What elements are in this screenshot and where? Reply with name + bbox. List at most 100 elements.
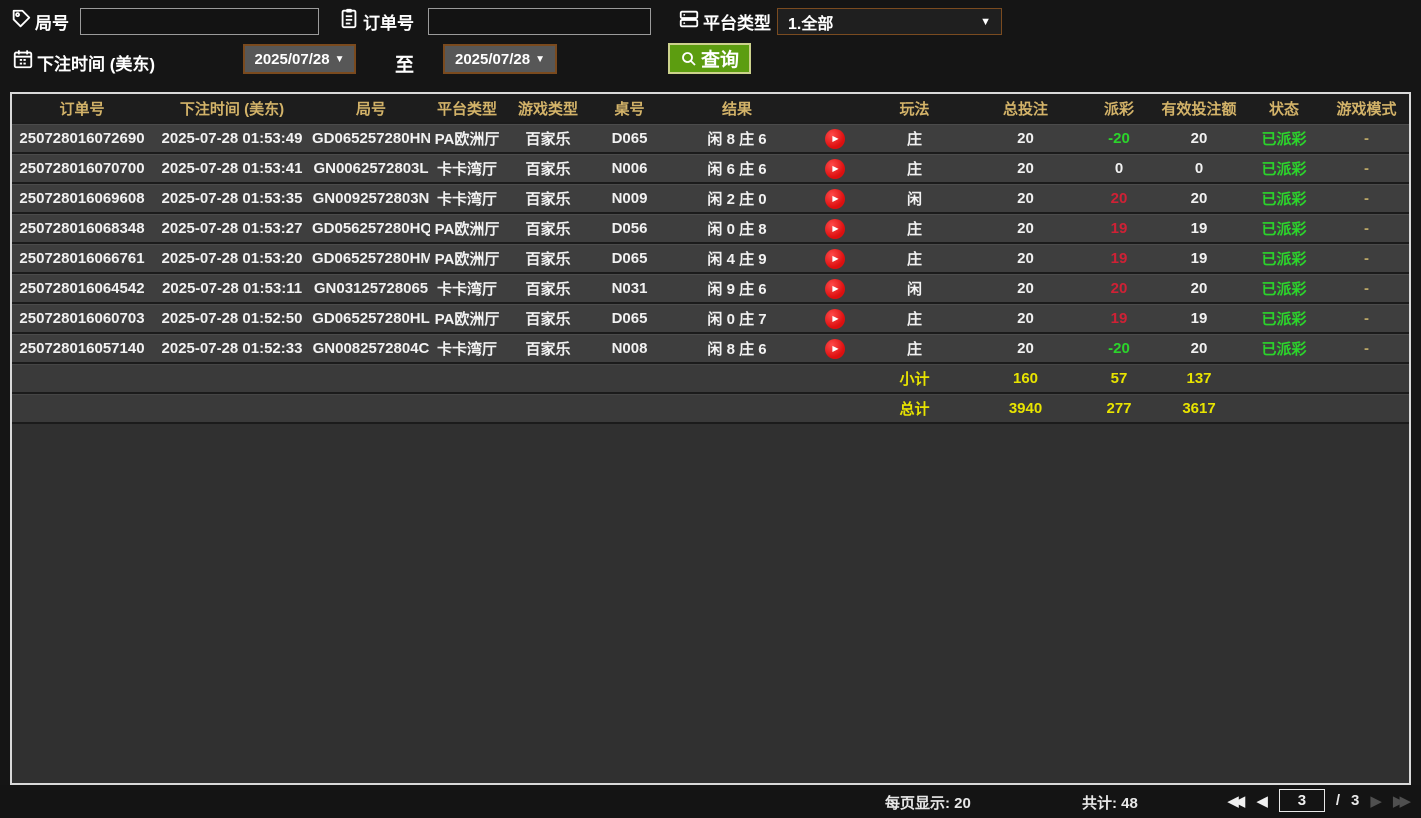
next-page-button[interactable]: ▶ <box>1370 792 1382 810</box>
filter-bar: 局号 订单号 平台类型 1.全部 ▼ 下注时间 (美东) 2025/07/28 … <box>0 0 1421 86</box>
total-bet-cell: 20 <box>1017 189 1034 207</box>
table-row: 250728016064542 2025-07-28 01:53:11 GN03… <box>12 272 1409 302</box>
table-row: 250728016068348 2025-07-28 01:53:27 GD05… <box>12 212 1409 242</box>
status-cell: 已派彩 <box>1261 340 1307 358</box>
round-number-cell: GD065257280HM <box>312 249 430 267</box>
date-range-to-label: 至 <box>395 55 415 76</box>
chevron-down-icon: ▼ <box>334 53 345 65</box>
payout-cell: -20 <box>1108 339 1130 357</box>
payout-cell: 20 <box>1110 279 1128 297</box>
play-icon: ▶ <box>832 313 839 323</box>
col-header-platform: 平台类型 <box>436 100 497 118</box>
game-mode-cell: - <box>1364 309 1369 327</box>
status-cell: 已派彩 <box>1261 220 1307 238</box>
play-video-button[interactable]: ▶ <box>824 188 845 209</box>
clipboard-icon <box>338 7 360 29</box>
round-number-cell: GN0062572803L <box>313 159 429 177</box>
status-cell: 已派彩 <box>1261 160 1307 178</box>
table-row: 250728016070700 2025-07-28 01:53:41 GN00… <box>12 152 1409 182</box>
play-video-button[interactable]: ▶ <box>824 248 845 269</box>
play-type-cell: 闲 <box>906 280 922 298</box>
play-video-button[interactable]: ▶ <box>824 158 845 179</box>
bet-time-cell: 2025-07-28 01:52:33 <box>161 339 303 357</box>
game-mode-cell: - <box>1364 159 1369 177</box>
table-row: 250728016069608 2025-07-28 01:53:35 GN00… <box>12 182 1409 212</box>
valid-bet-cell: 20 <box>1190 279 1208 297</box>
order-number-cell: 250728016070700 <box>19 159 145 177</box>
date-from-picker[interactable]: 2025/07/28 ▼ <box>243 44 356 74</box>
col-header-order: 订单号 <box>59 100 105 118</box>
previous-page-button[interactable]: ◀ <box>1256 792 1268 810</box>
table-empty-area <box>12 422 1409 783</box>
table-row: 250728016057140 2025-07-28 01:52:33 GN00… <box>12 332 1409 362</box>
table-number-cell: D065 <box>611 309 648 327</box>
payout-cell: 19 <box>1110 219 1128 237</box>
video-cell: ▶ <box>807 308 862 329</box>
platform-type-value: 1.全部 <box>788 15 834 33</box>
game-mode-cell: - <box>1364 219 1369 237</box>
table-number-cell: N009 <box>611 189 648 207</box>
table-number-cell: D065 <box>611 249 648 267</box>
game-type-cell: 百家乐 <box>525 280 571 298</box>
total-bet-cell: 20 <box>1017 279 1034 297</box>
play-video-button[interactable]: ▶ <box>824 278 845 299</box>
pagination-bar: 每页显示: 20 共计: 48 ◀◀ ◀ / 3 ▶ ▶▶ <box>0 785 1421 818</box>
date-to-picker[interactable]: 2025/07/28 ▼ <box>443 44 557 74</box>
page-separator: / <box>1335 792 1341 809</box>
play-type-cell: 庄 <box>906 220 922 238</box>
tag-icon <box>10 8 32 30</box>
first-page-button[interactable]: ◀◀ <box>1227 792 1245 810</box>
date-to-value: 2025/07/28 <box>455 50 531 68</box>
payout-cell: -20 <box>1108 129 1130 147</box>
status-cell: 已派彩 <box>1261 280 1307 298</box>
payout-cell: 19 <box>1110 309 1128 327</box>
date-from-value: 2025/07/28 <box>254 50 330 68</box>
play-video-button[interactable]: ▶ <box>824 218 845 239</box>
table-row: 250728016072690 2025-07-28 01:53:49 GD06… <box>12 122 1409 152</box>
total-bet-cell: 20 <box>1017 309 1034 327</box>
order-number-cell: 250728016064542 <box>19 279 145 297</box>
result-cell: 闲 4 庄 9 <box>707 250 767 268</box>
table-number-cell: N031 <box>611 279 648 297</box>
order-number-input[interactable] <box>428 8 651 35</box>
subtotal-payout: 57 <box>1110 369 1128 387</box>
result-cell: 闲 0 庄 8 <box>707 220 767 238</box>
col-header-round: 局号 <box>355 100 386 118</box>
col-header-valid-bet: 有效投注额 <box>1161 100 1237 118</box>
last-page-button[interactable]: ▶▶ <box>1393 792 1411 810</box>
valid-bet-cell: 19 <box>1190 219 1208 237</box>
calendar-icon <box>12 48 34 70</box>
result-cell: 闲 2 庄 0 <box>707 190 767 208</box>
platform-cell: PA欧洲厅 <box>434 130 500 148</box>
game-type-cell: 百家乐 <box>525 220 571 238</box>
round-number-label: 局号 <box>35 14 69 33</box>
play-video-button[interactable]: ▶ <box>824 338 845 359</box>
total-bet-cell: 20 <box>1017 249 1034 267</box>
valid-bet-cell: 19 <box>1190 249 1208 267</box>
current-page-input[interactable] <box>1278 789 1325 812</box>
table-row: 250728016066761 2025-07-28 01:53:20 GD06… <box>12 242 1409 272</box>
result-cell: 闲 8 庄 6 <box>707 130 767 148</box>
platform-cell: PA欧洲厅 <box>434 220 500 238</box>
video-cell: ▶ <box>807 278 862 299</box>
play-video-button[interactable]: ▶ <box>824 128 845 149</box>
pager: ◀◀ ◀ / 3 ▶ ▶▶ <box>1227 789 1411 812</box>
subtotal-label: 小计 <box>899 370 930 388</box>
play-icon: ▶ <box>832 253 839 263</box>
chevron-down-icon: ▼ <box>980 15 991 28</box>
round-number-input[interactable] <box>80 8 319 35</box>
game-mode-cell: - <box>1364 189 1369 207</box>
platform-cell: 卡卡湾厅 <box>436 190 497 208</box>
query-button[interactable]: 查询 <box>668 43 752 74</box>
total-bet-cell: 20 <box>1017 129 1034 147</box>
play-video-button[interactable]: ▶ <box>824 308 845 329</box>
col-header-result: 结果 <box>721 100 752 118</box>
game-type-cell: 百家乐 <box>525 190 571 208</box>
game-mode-cell: - <box>1364 129 1369 147</box>
platform-type-select[interactable]: 1.全部 ▼ <box>777 8 1002 35</box>
total-bet-cell: 20 <box>1017 339 1034 357</box>
col-header-bet-time: 下注时间 (美东) <box>179 100 285 118</box>
status-cell: 已派彩 <box>1261 130 1307 148</box>
play-type-cell: 庄 <box>906 310 922 328</box>
grand-total-payout: 277 <box>1106 399 1132 417</box>
